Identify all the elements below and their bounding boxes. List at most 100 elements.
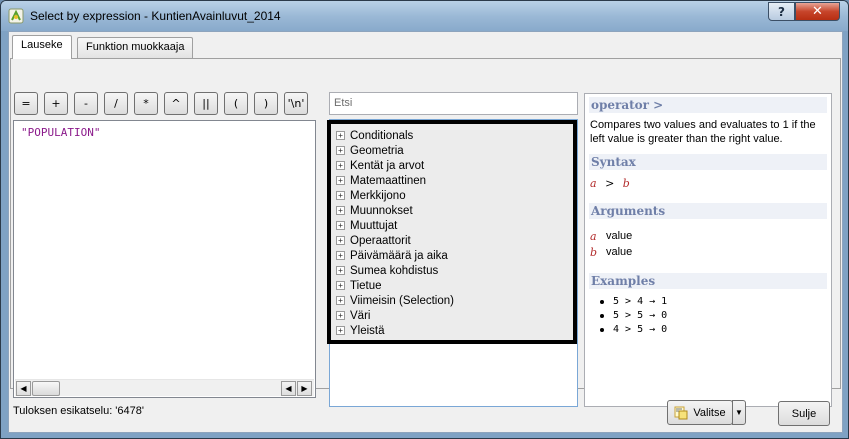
expand-plus-icon[interactable]: + [336,206,345,215]
argument-desc: value [606,230,633,242]
scroll-left-icon[interactable]: ◀ [281,381,296,396]
close-window-button[interactable]: ✕ [795,2,840,21]
qgis-logo-icon [8,8,24,24]
expand-plus-icon[interactable]: + [336,191,345,200]
tab-label: Lauseke [21,39,63,51]
help-title: operator > [589,97,827,113]
function-group-label: Sumea kohdistus [350,264,439,277]
expression-tab-panel: = + - / * ^ || ( ) '\n' "POPULATION" ◀ ◀… [10,58,841,417]
function-group-item[interactable]: + Päivämäärä ja aika [336,248,448,263]
function-group-item[interactable]: + Merkkijono [336,188,406,203]
scroll-left-icon[interactable]: ◀ [16,381,31,396]
function-group-item[interactable]: + Tietue [336,278,382,293]
syntax-operator: > [605,177,615,190]
chevron-down-icon: ▼ [735,408,743,417]
function-group-item[interactable]: + Matemaattinen [336,173,426,188]
function-group-label: Merkkijono [350,189,406,202]
argument-desc: value [606,246,633,258]
select-dropdown-button[interactable]: ▼ [732,400,746,425]
syntax-arg-a: a [590,177,597,190]
function-group-item[interactable]: + Yleistä [336,323,385,338]
function-search-input[interactable]: Etsi [329,92,578,115]
scrollbar-thumb[interactable] [32,381,60,396]
title-bar[interactable]: Select by expression - KuntienAvainluvut… [1,1,848,31]
function-group-label: Muuttujat [350,219,398,232]
close-paren-button[interactable]: ) [254,92,278,115]
help-description: Compares two values and evaluates to 1 i… [590,119,816,145]
function-group-item[interactable]: + Väri [336,308,370,323]
function-group-item[interactable]: + Operaattorit [336,233,411,248]
function-group-label: Matemaattinen [350,174,427,187]
dialog-client: Lauseke Funktion muokkaaja = + - / * ^ |… [8,31,843,433]
open-paren-button[interactable]: ( [224,92,248,115]
example-item: 5 > 5 → 0 [600,309,831,323]
arguments-heading: Arguments [589,203,827,219]
expression-editor[interactable]: "POPULATION" ◀ ◀ ▶ [13,120,316,398]
examples-heading: Examples [589,273,827,289]
argument-row: a value [590,230,826,243]
expand-plus-icon[interactable]: + [336,146,345,155]
select-button-label: Valitse [693,406,726,419]
help-title-button[interactable]: ? [768,2,795,21]
dialog-window: Select by expression - KuntienAvainluvut… [0,0,849,439]
example-item: 4 > 5 → 0 [600,323,831,337]
syntax-arg-b: b [622,177,630,190]
select-features-icon [674,406,688,419]
function-group-label: Operaattorit [350,234,411,247]
expand-plus-icon[interactable]: + [336,281,345,290]
scroll-right-icon[interactable]: ▶ [297,381,312,396]
function-group-item[interactable]: + Sumea kohdistus [336,263,438,278]
expand-plus-icon[interactable]: + [336,176,345,185]
function-group-item[interactable]: + Geometria [336,143,404,158]
function-group-label: Kentät ja arvot [350,159,425,172]
function-group-item[interactable]: + Viimeisin (Selection) [336,293,454,308]
function-group-label: Geometria [350,144,404,157]
argument-name: a [590,230,597,243]
expression-text[interactable]: "POPULATION" [21,126,100,139]
function-group-label: Muunnokset [350,204,413,217]
expand-plus-icon[interactable]: + [336,221,345,230]
expand-plus-icon[interactable]: + [336,311,345,320]
minus-operator-button[interactable]: - [74,92,98,115]
function-group-label: Yleistä [350,324,385,337]
expand-plus-icon[interactable]: + [336,326,345,335]
tab-label: Funktion muokkaaja [86,41,185,53]
function-group-item[interactable]: + Muunnokset [336,203,413,218]
select-button[interactable]: Valitse [667,400,733,425]
expand-plus-icon[interactable]: + [336,236,345,245]
function-group-item[interactable]: + Muuttujat [336,218,397,233]
expand-plus-icon[interactable]: + [336,266,345,275]
examples-list: 5 > 4 → 1 5 > 5 → 0 4 > 5 → 0 [600,295,831,337]
argument-name: b [590,246,598,259]
equals-operator-button[interactable]: = [14,92,38,115]
window-title: Select by expression - KuntienAvainluvut… [30,9,281,23]
expand-plus-icon[interactable]: + [336,296,345,305]
editor-horizontal-scrollbar[interactable]: ◀ ◀ ▶ [15,379,314,396]
multiply-operator-button[interactable]: * [134,92,158,115]
function-group-item[interactable]: + Conditionals [336,128,413,143]
plus-operator-button[interactable]: + [44,92,68,115]
function-group-item[interactable]: + Kentät ja arvot [336,158,424,173]
tab-funktion-muokkaaja[interactable]: Funktion muokkaaja [77,37,194,58]
example-item: 5 > 4 → 1 [600,295,831,309]
function-group-label: Päivämäärä ja aika [350,249,448,262]
syntax-line: a > b [590,177,826,190]
syntax-heading: Syntax [589,154,827,170]
concat-operator-button[interactable]: || [194,92,218,115]
output-preview: Tuloksen esikatselu: '6478' [13,405,144,417]
function-group-label: Viimeisin (Selection) [350,294,454,307]
function-group-label: Conditionals [350,129,414,142]
power-operator-button[interactable]: ^ [164,92,188,115]
function-group-label: Tietue [350,279,382,292]
function-help-panel: operator > Compares two values and evalu… [584,93,832,407]
tab-lauseke[interactable]: Lauseke [12,35,72,59]
function-tree[interactable]: + Conditionals + Geometria + Kentät ja arvot +… [327,120,577,344]
divide-operator-button[interactable]: / [104,92,128,115]
expand-plus-icon[interactable]: + [336,251,345,260]
argument-row: b value [590,246,826,259]
expand-plus-icon[interactable]: + [336,131,345,140]
expand-plus-icon[interactable]: + [336,161,345,170]
function-group-label: Väri [350,309,371,322]
newline-operator-button[interactable]: '\n' [284,92,308,115]
close-button[interactable]: Sulje [778,401,830,426]
